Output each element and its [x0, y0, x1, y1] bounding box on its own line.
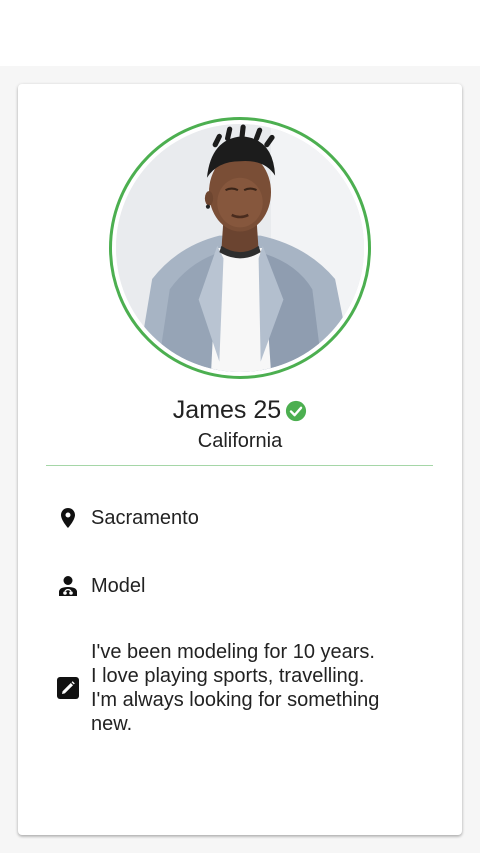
profile-card: James 25 California Sacramento Model I'v… — [18, 84, 462, 835]
avatar[interactable] — [116, 124, 364, 372]
avatar-ring — [109, 117, 371, 379]
profile-photo — [116, 124, 364, 372]
edit-pencil-icon — [54, 674, 82, 702]
name-row: James 25 — [18, 396, 462, 425]
bio-line: new. — [91, 713, 133, 735]
profile-region: California — [197, 430, 283, 452]
bio-line: I've been modeling for 10 years. — [91, 641, 375, 663]
city-row: Sacramento — [54, 504, 434, 532]
bio-row: I've been modeling for 10 years. I love … — [54, 640, 434, 736]
divider — [46, 465, 433, 466]
bio-line: I'm always looking for something — [91, 689, 380, 711]
profile-name-age: James 25 — [172, 396, 282, 424]
occupation-text: Model — [91, 575, 146, 597]
occupation-row: Model — [54, 572, 434, 600]
city-text: Sacramento — [91, 507, 199, 529]
location-pin-icon — [54, 504, 82, 532]
bio-text: I've been modeling for 10 years. I love … — [91, 640, 421, 736]
person-badge-icon — [54, 572, 82, 600]
verified-check-icon — [285, 400, 307, 422]
bio-line: I love playing sports, travelling. — [91, 665, 365, 687]
